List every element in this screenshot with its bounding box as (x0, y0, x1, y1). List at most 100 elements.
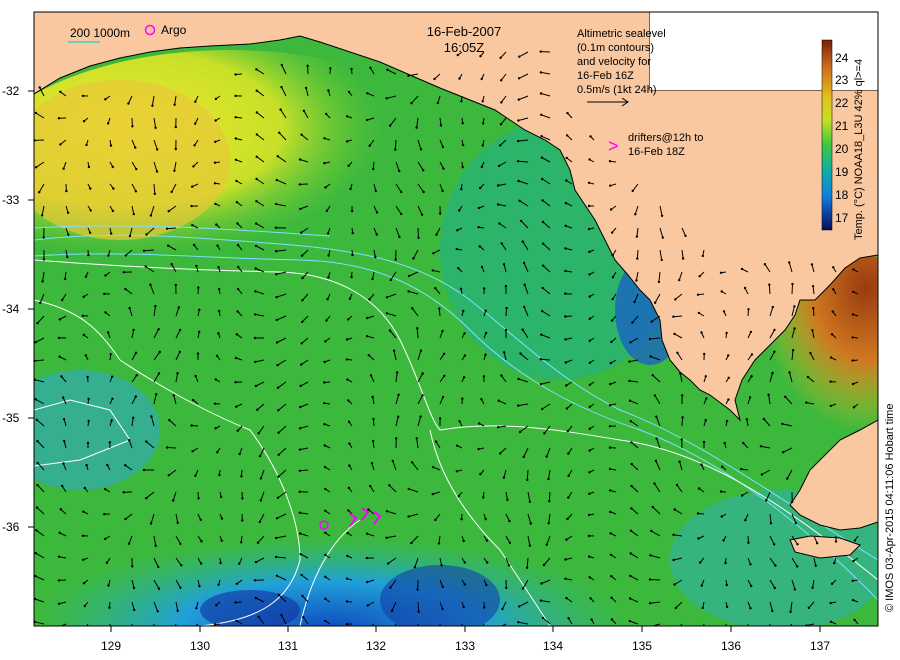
velocity-arrow-head (167, 474, 170, 477)
velocity-arrow-head (176, 609, 179, 612)
velocity-arrow-head (539, 382, 543, 386)
velocity-arrow-head (741, 494, 744, 497)
velocity-arrow-head (38, 191, 41, 194)
velocity-arrow-head (108, 629, 110, 631)
velocity-arrow-head (812, 307, 815, 310)
velocity-arrow-head (700, 584, 703, 587)
velocity-arrow-head (217, 266, 220, 269)
velocity-arrow-head (609, 532, 612, 535)
velocity-arrow-head (34, 111, 38, 115)
velocity-arrow-head (588, 295, 591, 298)
velocity-arrow-head (482, 496, 485, 499)
velocity-arrow-head (463, 561, 466, 564)
velocity-arrow-head (195, 264, 198, 268)
velocity-arrow-head (278, 131, 281, 134)
velocity-arrow-head (217, 309, 221, 313)
velocity-arrow-head (829, 620, 833, 623)
colorbar-tick-label: 17 (835, 211, 849, 225)
velocity-arrow-head (650, 320, 653, 323)
velocity-arrow-head (653, 301, 657, 304)
velocity-arrow-head (253, 579, 257, 582)
velocity-arrow-head (128, 306, 131, 310)
velocity-arrow-head (773, 543, 776, 546)
velocity-arrow-head (388, 484, 391, 487)
velocity-arrow-head (567, 452, 570, 455)
velocity-arrow-head (545, 455, 548, 458)
velocity-arrow-head (109, 353, 112, 356)
velocity-arrow-head (194, 122, 197, 125)
velocity-arrow-head (416, 588, 419, 591)
velocity-arrow-head (500, 242, 503, 245)
velocity-arrow-head (326, 232, 330, 235)
velocity-arrow-head (154, 126, 157, 129)
velocity-arrow (417, 227, 419, 238)
velocity-arrow-head (564, 201, 568, 205)
velocity-arrow-head (528, 544, 532, 547)
velocity-arrow-head (87, 165, 91, 169)
velocity-arrow-head (676, 630, 678, 632)
velocity-arrow-head (82, 558, 85, 561)
x-tick-label: 130 (190, 639, 210, 653)
velocity-arrow-head (62, 439, 66, 443)
velocity-arrow-head (172, 499, 175, 502)
velocity-arrow-head (540, 333, 543, 336)
velocity-arrow-head (298, 158, 302, 161)
velocity-arrow-head (277, 453, 280, 456)
velocity-arrow-head (237, 265, 240, 269)
velocity-arrow-head (506, 498, 509, 501)
velocity-arrow-head (156, 148, 159, 151)
velocity-arrow-head (518, 605, 521, 608)
velocity-arrow-head (324, 186, 327, 189)
velocity-arrow-head (462, 309, 465, 313)
velocity-arrow-head (153, 192, 156, 196)
velocity-arrow-head (852, 290, 855, 293)
velocity-arrow-head (542, 242, 545, 245)
velocity-arrow-head (41, 280, 44, 283)
velocity-arrow-head (400, 190, 403, 194)
velocity-arrow-head (851, 382, 855, 386)
velocity-arrow-head (499, 144, 502, 147)
velocity-arrow-head (276, 496, 280, 499)
velocity-arrow-head (134, 351, 138, 354)
velocity-arrow-head (157, 328, 160, 331)
velocity-arrow-head (62, 462, 65, 465)
velocity-arrow-head (81, 94, 85, 98)
velocity-arrow-head (81, 534, 85, 537)
velocity-arrow-head (497, 399, 500, 402)
argo-legend-label: Argo (161, 23, 187, 37)
velocity-arrow-head (519, 352, 522, 355)
velocity-arrow-head (398, 235, 401, 239)
velocity-arrow-head (678, 278, 681, 282)
velocity-arrow-head (501, 607, 504, 611)
velocity-arrow-head (483, 606, 486, 609)
velocity-arrow-head (567, 474, 570, 477)
velocity-arrow-head (306, 64, 309, 68)
velocity-arrow-head (498, 626, 500, 628)
velocity-arrow-head (484, 518, 487, 521)
velocity-arrow-head (107, 331, 110, 334)
velocity-arrow-head (541, 286, 544, 290)
velocity-arrow-head (498, 222, 501, 225)
velocity-arrow-head (389, 586, 392, 589)
velocity-arrow-head (697, 537, 700, 540)
velocity-arrow-head (397, 415, 400, 418)
velocity-arrow-head (34, 166, 38, 169)
velocity-arrow-head (234, 356, 238, 360)
velocity-arrow-head (83, 486, 87, 490)
velocity-arrow-head (541, 199, 544, 202)
velocity-arrow-head (564, 315, 567, 318)
velocity-arrow-head (499, 123, 503, 126)
velocity-arrow-head (111, 165, 115, 169)
velocity-arrow-head (834, 540, 838, 543)
velocity-arrow-head (173, 169, 176, 172)
velocity-arrow-head (62, 167, 65, 170)
velocity-arrow-head (124, 464, 127, 467)
velocity-arrow-head (485, 583, 488, 587)
colorbar-tick-label: 24 (835, 51, 849, 65)
velocity-arrow-head (608, 404, 612, 407)
velocity-arrow-head (274, 250, 278, 253)
y-tick-label: -32 (2, 84, 20, 98)
velocity-arrow-head (191, 398, 195, 402)
velocity-arrow-head (217, 332, 220, 335)
velocity-arrow-head (789, 610, 792, 613)
